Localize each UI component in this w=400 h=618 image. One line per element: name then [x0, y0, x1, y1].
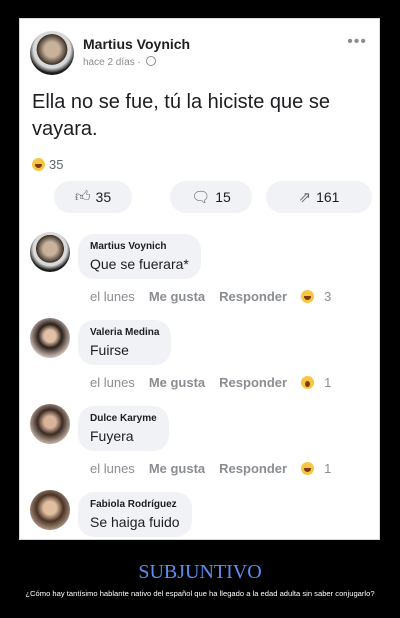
comment-actions: el lunes Me gusta Responder 1	[90, 375, 331, 390]
comment-bubble: Fabiola Rodríguez Se haiga fuido	[78, 492, 192, 537]
comment-actions: el lunes Me gusta Responder 1	[90, 461, 331, 476]
comment-text: Fuirse	[90, 342, 129, 358]
reaction-summary[interactable]: 35	[32, 157, 63, 172]
comment-reply-button[interactable]: Responder	[219, 289, 287, 304]
comment-like-button[interactable]: Me gusta	[149, 289, 205, 304]
comment-reply-button[interactable]: Responder	[219, 375, 287, 390]
comment-bubble: Valeria Medina Fuirse	[78, 320, 172, 365]
share-icon: ⇗	[298, 189, 312, 206]
comment-avatar[interactable]	[30, 318, 70, 358]
comment-avatar[interactable]	[30, 232, 70, 272]
post-text: Ella no se fue, tú la hiciste que se vay…	[32, 91, 330, 140]
comment-time: el lunes	[90, 461, 135, 476]
comment-text: Que se fuerara*	[90, 256, 189, 272]
comment-like-button[interactable]: Me gusta	[149, 461, 205, 476]
like-count: 35	[95, 189, 112, 205]
share-count: 161	[316, 189, 340, 205]
comment-text: Fuyera	[90, 428, 134, 444]
comment-icon: 🗨︎	[191, 189, 211, 206]
comment-actions: el lunes Me gusta Responder 3	[90, 289, 331, 304]
comment-time: el lunes	[90, 289, 135, 304]
post-author-name[interactable]: Martius Voynich	[83, 36, 190, 52]
reaction-count: 35	[49, 157, 64, 172]
comment-avatar[interactable]	[30, 490, 70, 530]
caption-title: SUBJUNTIVO	[138, 561, 262, 583]
globe-icon	[145, 56, 156, 66]
post-card: Martius Voynich hace 2 días · ••• Ella n…	[19, 18, 380, 540]
caption-subtitle: ¿Cómo hay tantísimo hablante nativo del …	[25, 589, 375, 598]
comment-count: 15	[215, 189, 231, 205]
comment-author[interactable]: Valeria Medina	[90, 327, 159, 338]
haha-emoji-icon	[32, 158, 45, 171]
share-button[interactable]: ⇗ 161	[266, 181, 372, 213]
more-options-icon[interactable]: •••	[347, 33, 367, 51]
comment-author[interactable]: Dulce Karyme	[90, 413, 157, 424]
post-author-avatar[interactable]	[30, 31, 74, 75]
haha-emoji-icon	[301, 462, 315, 475]
comment-text: Se haiga fuido	[90, 514, 180, 530]
comment-reply-button[interactable]: Responder	[219, 461, 287, 476]
post-time: hace 2 días	[83, 57, 135, 68]
comment-avatar[interactable]	[30, 404, 70, 444]
post-timestamp: hace 2 días ·	[83, 56, 156, 68]
haha-emoji-icon	[301, 290, 315, 303]
comment-bubble: Martius Voynich Que se fuerara*	[78, 234, 201, 279]
comment-time: el lunes	[90, 375, 135, 390]
wow-emoji-icon	[301, 376, 315, 389]
comment-reaction-count: 3	[324, 289, 332, 304]
like-button[interactable]: 👍︎ 35	[54, 181, 132, 213]
comment-button[interactable]: 🗨︎ 15	[170, 181, 252, 213]
comment-author[interactable]: Fabiola Rodríguez	[90, 499, 180, 510]
comment-author[interactable]: Martius Voynich	[90, 241, 189, 252]
like-icon: 👍︎	[74, 188, 91, 205]
comment-bubble: Dulce Karyme Fuyera	[78, 406, 169, 451]
comment-reaction-count: 1	[324, 461, 332, 476]
comment-like-button[interactable]: Me gusta	[149, 375, 205, 390]
comment-reaction-count: 1	[324, 375, 332, 390]
